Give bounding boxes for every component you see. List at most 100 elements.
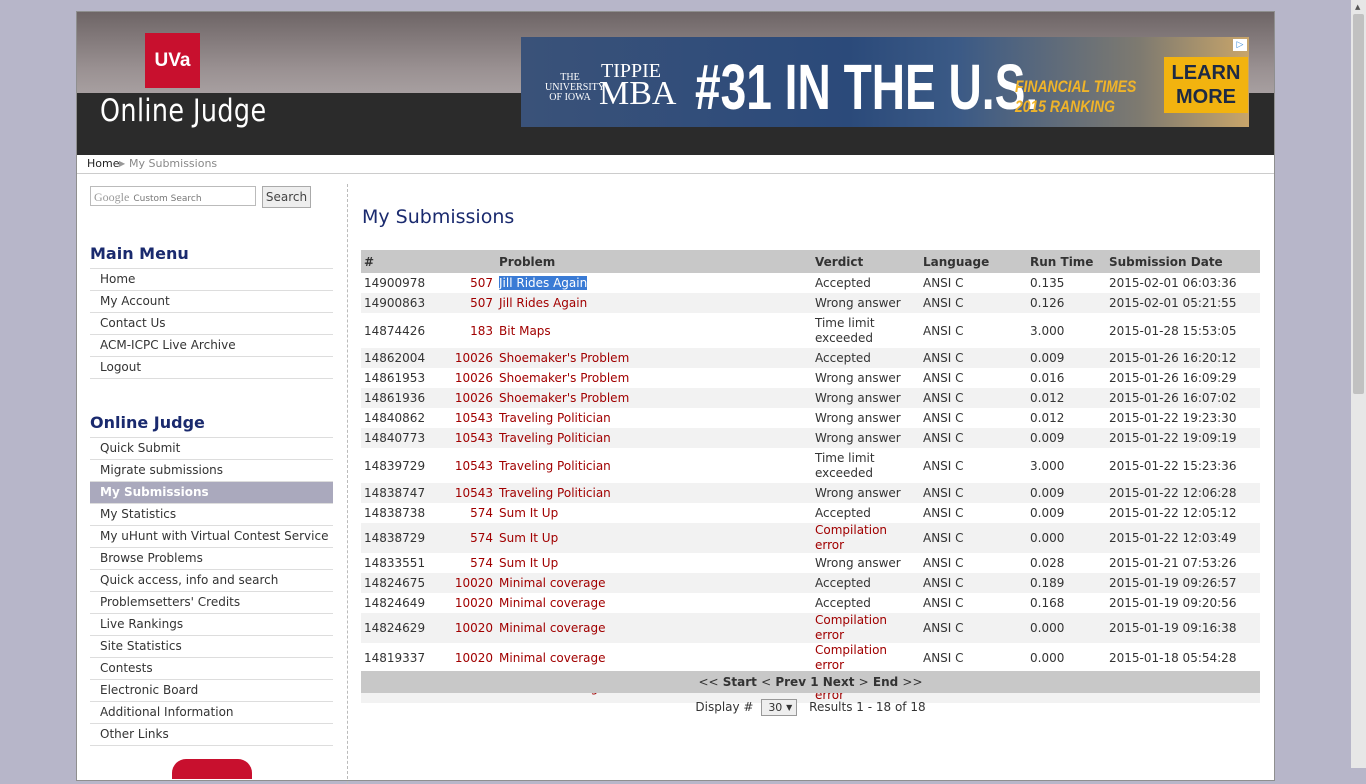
problem-title-link[interactable]: Traveling Politician bbox=[496, 483, 812, 503]
problem-title-link[interactable]: Traveling Politician bbox=[496, 448, 812, 483]
run-time: 0.028 bbox=[1027, 553, 1106, 573]
problem-number-link[interactable]: 574 bbox=[450, 523, 496, 553]
sidebar-item-contests[interactable]: Contests bbox=[90, 658, 333, 680]
submission-id: 14833551 bbox=[361, 553, 450, 573]
language: ANSI C bbox=[920, 613, 1027, 643]
sidebar-item-migrate-submissions[interactable]: Migrate submissions bbox=[90, 460, 333, 482]
ad-ranking: FINANCIAL TIMES 2015 RANKING bbox=[1015, 77, 1136, 117]
problem-title-link[interactable]: Minimal coverage bbox=[496, 613, 812, 643]
problem-number-link[interactable]: 10026 bbox=[450, 388, 496, 408]
sidebar-item-additional-information[interactable]: Additional Information bbox=[90, 702, 333, 724]
sidebar-item-contact-us[interactable]: Contact Us bbox=[90, 313, 333, 335]
submission-date: 2015-01-22 12:03:49 bbox=[1106, 523, 1260, 553]
sidebar-item-problemsetters-credits[interactable]: Problemsetters' Credits bbox=[90, 592, 333, 614]
site-header: UVa Online Judge THE UNIVERSITY OF IOWA … bbox=[77, 12, 1274, 155]
problem-title-link[interactable]: Minimal coverage bbox=[496, 643, 812, 673]
results-count: Results 1 - 18 of 18 bbox=[809, 700, 926, 714]
site-title[interactable]: Online Judge bbox=[100, 93, 267, 129]
sidebar-item-electronic-board[interactable]: Electronic Board bbox=[90, 680, 333, 702]
table-row: 14824629 10020 Minimal coverage Compilation… bbox=[361, 613, 1260, 643]
problem-number-link[interactable]: 507 bbox=[450, 273, 496, 293]
sidebar-item-other-links[interactable]: Other Links bbox=[90, 724, 333, 746]
breadcrumb: Home ▶ My Submissions bbox=[77, 155, 1274, 174]
problem-number-link[interactable]: 10543 bbox=[450, 408, 496, 428]
submission-id: 14874426 bbox=[361, 313, 450, 348]
scroll-up-icon[interactable]: ▲ bbox=[1355, 3, 1360, 11]
adchoices-icon[interactable]: ▷ bbox=[1233, 39, 1247, 51]
submission-id: 14819337 bbox=[361, 643, 450, 673]
problem-title-link[interactable]: Jill Rides Again bbox=[496, 273, 812, 293]
pager-prev-link[interactable]: Prev bbox=[775, 675, 806, 689]
sidebar-item-my-account[interactable]: My Account bbox=[90, 291, 333, 313]
verdict: Wrong answer bbox=[812, 428, 920, 448]
problem-title-link[interactable]: Sum It Up bbox=[496, 503, 812, 523]
sidebar-item-live-rankings[interactable]: Live Rankings bbox=[90, 614, 333, 636]
problem-title-link[interactable]: Sum It Up bbox=[496, 523, 812, 553]
problem-number-link[interactable]: 10020 bbox=[450, 613, 496, 643]
language: ANSI C bbox=[920, 368, 1027, 388]
page-container: UVa Online Judge THE UNIVERSITY OF IOWA … bbox=[76, 11, 1275, 784]
table-row: 14824675 10020 Minimal coverage Accepted ANS… bbox=[361, 573, 1260, 593]
problem-title-link[interactable]: Shoemaker's Problem bbox=[496, 368, 812, 388]
scrollbar-thumb[interactable] bbox=[1353, 14, 1364, 394]
sidebar-item-quick-submit[interactable]: Quick Submit bbox=[90, 438, 333, 460]
problem-number-link[interactable]: 574 bbox=[450, 503, 496, 523]
sidebar-item-home[interactable]: Home bbox=[90, 269, 333, 291]
pager-start-prefix: << bbox=[698, 675, 719, 689]
problem-number-link[interactable]: 10020 bbox=[450, 573, 496, 593]
submission-id: 14900863 bbox=[361, 293, 450, 313]
problem-title-link[interactable]: Traveling Politician bbox=[496, 408, 812, 428]
page-scrollbar[interactable]: ▲ bbox=[1351, 0, 1366, 768]
sidebar-item-my-statistics[interactable]: My Statistics bbox=[90, 504, 333, 526]
problem-title-link[interactable]: Jill Rides Again bbox=[496, 293, 812, 313]
sidebar-item-acm-icpc-live-archive[interactable]: ACM-ICPC Live Archive bbox=[90, 335, 333, 357]
pager-start-link[interactable]: Start bbox=[723, 675, 757, 689]
ad-learn-more-button[interactable]: LEARN MORE bbox=[1164, 57, 1248, 113]
problem-number-link[interactable]: 10543 bbox=[450, 483, 496, 503]
problem-number-link[interactable]: 10543 bbox=[450, 448, 496, 483]
problem-number-link[interactable]: 507 bbox=[450, 293, 496, 313]
display-count-select[interactable]: 30 ▼ bbox=[761, 699, 798, 716]
uva-logo[interactable]: UVa bbox=[145, 33, 200, 88]
display-label: Display # bbox=[695, 700, 754, 714]
run-time: 0.000 bbox=[1027, 523, 1106, 553]
verdict: Accepted bbox=[812, 503, 920, 523]
problem-title-link[interactable]: Minimal coverage bbox=[496, 573, 812, 593]
problem-number-link[interactable]: 183 bbox=[450, 313, 496, 348]
problem-title-link[interactable]: Shoemaker's Problem bbox=[496, 388, 812, 408]
problem-title-link[interactable]: Minimal coverage bbox=[496, 593, 812, 613]
problem-number-link[interactable]: 10020 bbox=[450, 643, 496, 673]
run-time: 0.009 bbox=[1027, 428, 1106, 448]
search-input[interactable]: Google Custom Search bbox=[90, 186, 256, 206]
run-time: 0.012 bbox=[1027, 388, 1106, 408]
ad-program: MBA bbox=[599, 75, 677, 112]
problem-title-link[interactable]: Shoemaker's Problem bbox=[496, 348, 812, 368]
sidebar-item-logout[interactable]: Logout bbox=[90, 357, 333, 379]
sidebar-item-my-uhunt-with-virtual-contest-service[interactable]: My uHunt with Virtual Contest Service bbox=[90, 526, 333, 548]
problem-title-link[interactable]: Traveling Politician bbox=[496, 428, 812, 448]
problem-number-link[interactable]: 574 bbox=[450, 553, 496, 573]
search-button[interactable]: Search bbox=[262, 186, 311, 208]
sidebar-item-my-submissions[interactable]: My Submissions bbox=[90, 482, 333, 504]
pager-next-link[interactable]: Next bbox=[823, 675, 855, 689]
advertisement-banner[interactable]: THE UNIVERSITY OF IOWA TIPPIE MBA #31 IN… bbox=[521, 37, 1249, 127]
sidebar-item-site-statistics[interactable]: Site Statistics bbox=[90, 636, 333, 658]
ad-ranking-line1: FINANCIAL TIMES bbox=[1015, 77, 1137, 96]
problem-number-link[interactable]: 10020 bbox=[450, 593, 496, 613]
table-row: 14861953 10026 Shoemaker's Problem Wrong an… bbox=[361, 368, 1260, 388]
sidebar-item-quick-access-info-and-search[interactable]: Quick access, info and search bbox=[90, 570, 333, 592]
sidebar-red-button[interactable] bbox=[172, 759, 252, 779]
problem-title-link[interactable]: Bit Maps bbox=[496, 313, 812, 348]
problem-number-link[interactable]: 10026 bbox=[450, 348, 496, 368]
problem-number-link[interactable]: 10543 bbox=[450, 428, 496, 448]
problem-number-link[interactable]: 10026 bbox=[450, 368, 496, 388]
page-title: My Submissions bbox=[362, 206, 515, 228]
submission-id: 14824649 bbox=[361, 593, 450, 613]
pager-end-link[interactable]: End bbox=[873, 675, 898, 689]
verdict: Time limit exceeded bbox=[812, 448, 920, 483]
search-placeholder: Custom Search bbox=[133, 194, 202, 204]
breadcrumb-home-link[interactable]: Home bbox=[87, 155, 119, 173]
sidebar-item-browse-problems[interactable]: Browse Problems bbox=[90, 548, 333, 570]
problem-title-link[interactable]: Sum It Up bbox=[496, 553, 812, 573]
language: ANSI C bbox=[920, 448, 1027, 483]
